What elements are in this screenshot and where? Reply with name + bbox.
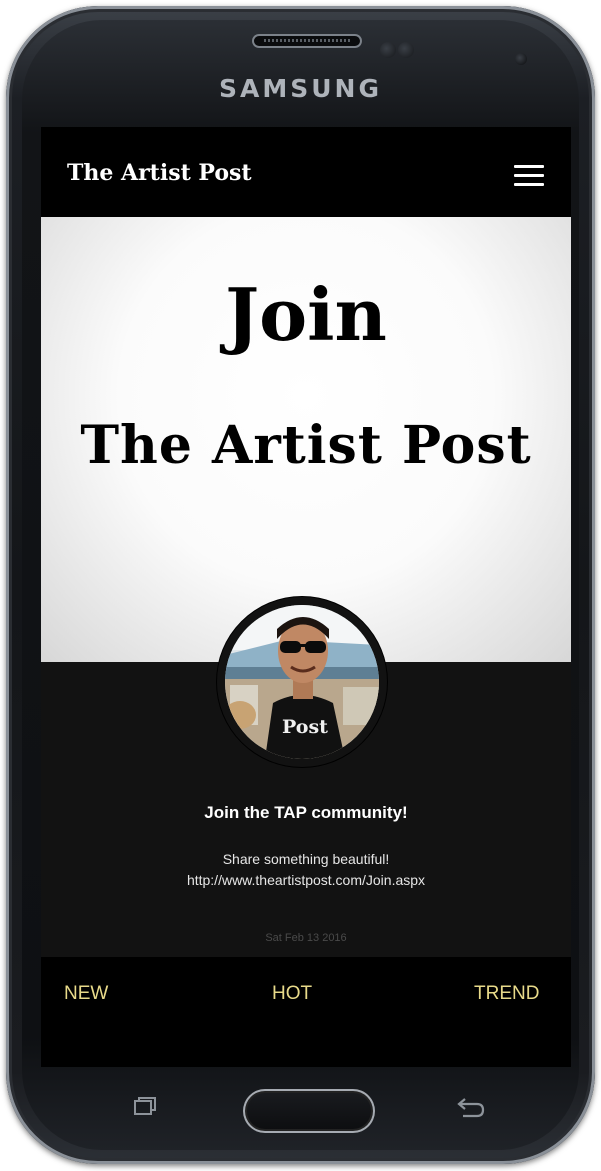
top-bar: The Artist Post [41,127,571,217]
tab-hot[interactable]: HOT [272,983,312,1005]
recent-apps-icon[interactable] [132,1096,158,1116]
post-date: Sat Feb 13 2016 [265,932,347,944]
back-icon[interactable] [455,1095,487,1119]
earpiece-speaker [252,34,362,48]
avatar-shirt-text: Post [282,716,328,738]
light-sensor [398,42,414,58]
post-text: Share something beautiful! http://www.th… [41,849,571,891]
front-camera [515,53,527,65]
avatar-photo: Post [225,605,379,759]
hamburger-menu-icon[interactable] [514,165,544,187]
bottom-tab-bar: NEW HOT TREND [41,957,571,1067]
proximity-sensor [380,42,396,58]
phone-screen: The Artist Post Join The Artist Post Pos… [41,127,571,1067]
post-link[interactable]: http://www.theartistpost.com/Join.aspx [41,870,571,891]
device-brand: SAMSUNG [219,74,382,103]
avatar[interactable]: Post [217,597,387,767]
hero-join-text: Join [225,272,387,357]
tab-trend[interactable]: TREND [474,983,539,1005]
post-title[interactable]: Join the TAP community! [41,803,571,823]
site-logo[interactable]: The Artist Post [67,160,252,186]
hero-title-text: The Artist Post [80,415,532,476]
tab-new[interactable]: NEW [64,983,108,1005]
home-button[interactable] [243,1089,375,1133]
post-text-line1: Share something beautiful! [222,851,390,867]
hero-banner: Join The Artist Post [41,217,571,662]
